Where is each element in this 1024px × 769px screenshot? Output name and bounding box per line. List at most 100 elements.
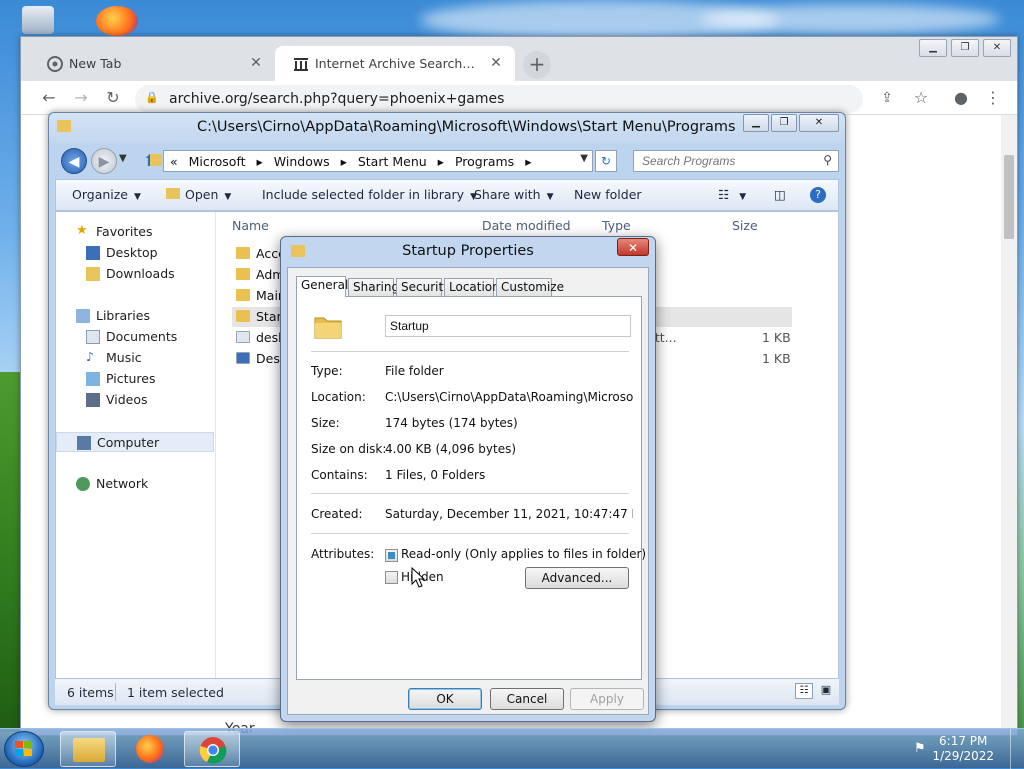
close-tab-icon[interactable]: ✕ xyxy=(247,54,265,72)
column-header-type[interactable]: Type xyxy=(602,218,631,233)
breadcrumb-separator[interactable]: ▸ xyxy=(257,154,263,169)
large-icons-view-icon[interactable]: ▣ xyxy=(817,683,835,699)
minimize-button[interactable]: ▁ xyxy=(743,114,769,132)
preview-pane-icon[interactable]: ◫ xyxy=(774,187,786,202)
minimize-button[interactable]: ▁ xyxy=(919,39,947,57)
breadcrumb-windows[interactable]: Windows xyxy=(274,154,330,169)
nav-network[interactable]: Network xyxy=(56,474,214,494)
include-in-library-button[interactable]: Include selected folder in library ▼ xyxy=(262,187,477,202)
breadcrumb-separator[interactable]: ▸ xyxy=(438,154,444,169)
page-scrollbar[interactable] xyxy=(1001,115,1017,735)
taskbar-firefox[interactable] xyxy=(122,731,178,767)
breadcrumb-microsoft[interactable]: Microsoft xyxy=(189,154,246,169)
nav-pictures[interactable]: Pictures xyxy=(56,369,214,389)
nav-downloads[interactable]: Downloads xyxy=(56,264,214,284)
contains-label: Contains: xyxy=(311,468,368,482)
view-options-icon[interactable]: ☷ ▼ xyxy=(718,187,746,202)
maximize-button[interactable]: ❐ xyxy=(771,114,797,132)
search-icon: ⚲ xyxy=(823,153,832,167)
address-dropdown-icon[interactable]: ▼ xyxy=(580,153,588,164)
tab-customize[interactable]: Customize xyxy=(496,278,564,296)
forward-arrow-icon[interactable]: → xyxy=(71,88,91,108)
start-button[interactable] xyxy=(4,731,44,767)
menu-kebab-icon[interactable]: ⋮ xyxy=(983,88,1003,108)
tab-security[interactable]: Security xyxy=(396,278,450,296)
breadcrumb-start-menu[interactable]: Start Menu xyxy=(358,154,427,169)
taskbar-explorer[interactable] xyxy=(60,731,116,767)
system-clock[interactable]: 6:17 PM 1/29/2022 xyxy=(932,734,994,764)
details-view-icon[interactable]: ☷ xyxy=(795,683,813,699)
divider xyxy=(311,493,629,494)
nav-videos[interactable]: Videos xyxy=(56,390,214,410)
tab-sharing[interactable]: Sharing xyxy=(348,278,399,296)
folder-icon xyxy=(57,120,71,132)
nav-music[interactable]: ♪ Music xyxy=(56,348,214,368)
chevron-down-icon: ▼ xyxy=(224,192,232,202)
breadcrumb[interactable]: « Microsoft ▸ Windows ▸ Start Menu ▸ Pro… xyxy=(150,150,593,172)
cancel-button[interactable]: Cancel xyxy=(490,688,564,710)
column-header-size[interactable]: Size xyxy=(732,218,758,233)
computer-icon xyxy=(77,436,91,450)
firefox-desktop-icon[interactable] xyxy=(96,6,138,36)
ok-button[interactable]: OK xyxy=(408,688,482,710)
nav-favorites[interactable]: ★ Favorites xyxy=(56,222,214,242)
star-icon: ★ xyxy=(76,223,88,238)
new-tab-button[interactable]: + xyxy=(523,51,551,79)
action-center-flag-icon[interactable]: ⚑ xyxy=(914,741,930,757)
downloads-folder-icon xyxy=(86,267,100,281)
nav-computer[interactable]: Computer xyxy=(56,432,214,452)
scrollbar-thumb[interactable] xyxy=(1004,155,1014,239)
navigation-pane: ★ Favorites Desktop Downloads Libraries D… xyxy=(56,212,216,678)
organize-button[interactable]: Organize ▼ xyxy=(72,187,141,202)
back-button[interactable]: ◀ xyxy=(61,148,87,174)
maximize-button[interactable]: ❐ xyxy=(951,39,979,57)
bookmark-star-icon[interactable]: ☆ xyxy=(911,88,931,108)
breadcrumb-overflow[interactable]: « xyxy=(170,154,178,169)
folder-name-input[interactable] xyxy=(388,316,626,336)
explorer-title-bar: C:\Users\Cirno\AppData\Roaming\Microsoft… xyxy=(49,113,845,143)
share-with-button[interactable]: Share with ▼ xyxy=(474,187,554,202)
open-button[interactable]: Open ▼ xyxy=(166,187,231,202)
breadcrumb-programs[interactable]: Programs xyxy=(455,154,514,169)
taskbar-chrome[interactable] xyxy=(184,731,240,767)
back-arrow-icon[interactable]: ← xyxy=(39,88,59,108)
readonly-label[interactable]: Read-only (Only applies to files in fold… xyxy=(401,547,646,561)
breadcrumb-separator[interactable]: ▸ xyxy=(525,154,531,169)
folder-name-field[interactable] xyxy=(385,315,631,337)
readonly-checkbox[interactable] xyxy=(385,549,398,562)
address-bar[interactable]: 🔒 archive.org/search.php?query=phoenix+g… xyxy=(135,85,863,113)
tab-location[interactable]: Location xyxy=(444,278,500,296)
type-value: File folder xyxy=(385,364,444,378)
history-dropdown-icon[interactable]: ▼ xyxy=(119,153,127,164)
share-icon[interactable]: ⇪ xyxy=(877,88,897,108)
column-header-name[interactable]: Name xyxy=(232,218,269,233)
reload-icon[interactable]: ↻ xyxy=(103,88,123,108)
search-input[interactable] xyxy=(640,152,810,170)
profile-icon[interactable]: ● xyxy=(951,88,971,108)
help-icon[interactable]: ? xyxy=(810,187,826,203)
close-dialog-button[interactable]: ✕ xyxy=(617,238,649,256)
show-desktop-button[interactable] xyxy=(1010,729,1024,769)
column-header-date-modified[interactable]: Date modified xyxy=(482,218,571,233)
forward-button[interactable]: ▶ xyxy=(91,148,117,174)
new-folder-button[interactable]: New folder xyxy=(574,187,642,202)
music-icon: ♪ xyxy=(86,349,94,364)
hidden-checkbox[interactable] xyxy=(385,571,398,584)
nav-libraries[interactable]: Libraries xyxy=(56,306,214,326)
close-window-button[interactable]: ✕ xyxy=(983,39,1011,57)
tab-general[interactable]: General xyxy=(296,276,348,297)
breadcrumb-separator[interactable]: ▸ xyxy=(341,154,347,169)
advanced-button[interactable]: Advanced... xyxy=(525,567,629,589)
tab-internet-archive[interactable]: Internet Archive Search: phoenix ✕ xyxy=(275,46,515,81)
tab-new-tab[interactable]: New Tab ✕ xyxy=(29,46,275,81)
refresh-button[interactable]: ↻ xyxy=(595,150,617,172)
nav-documents[interactable]: Documents xyxy=(56,327,214,347)
close-window-button[interactable]: ✕ xyxy=(799,114,839,132)
search-box[interactable]: ⚲ xyxy=(633,150,839,172)
apply-button[interactable]: Apply xyxy=(570,688,644,710)
type-label: Type: xyxy=(311,364,343,378)
nav-desktop[interactable]: Desktop xyxy=(56,243,214,263)
close-tab-icon[interactable]: ✕ xyxy=(487,54,505,72)
recycle-bin-icon[interactable] xyxy=(22,6,54,34)
nav-label: Pictures xyxy=(106,371,156,386)
